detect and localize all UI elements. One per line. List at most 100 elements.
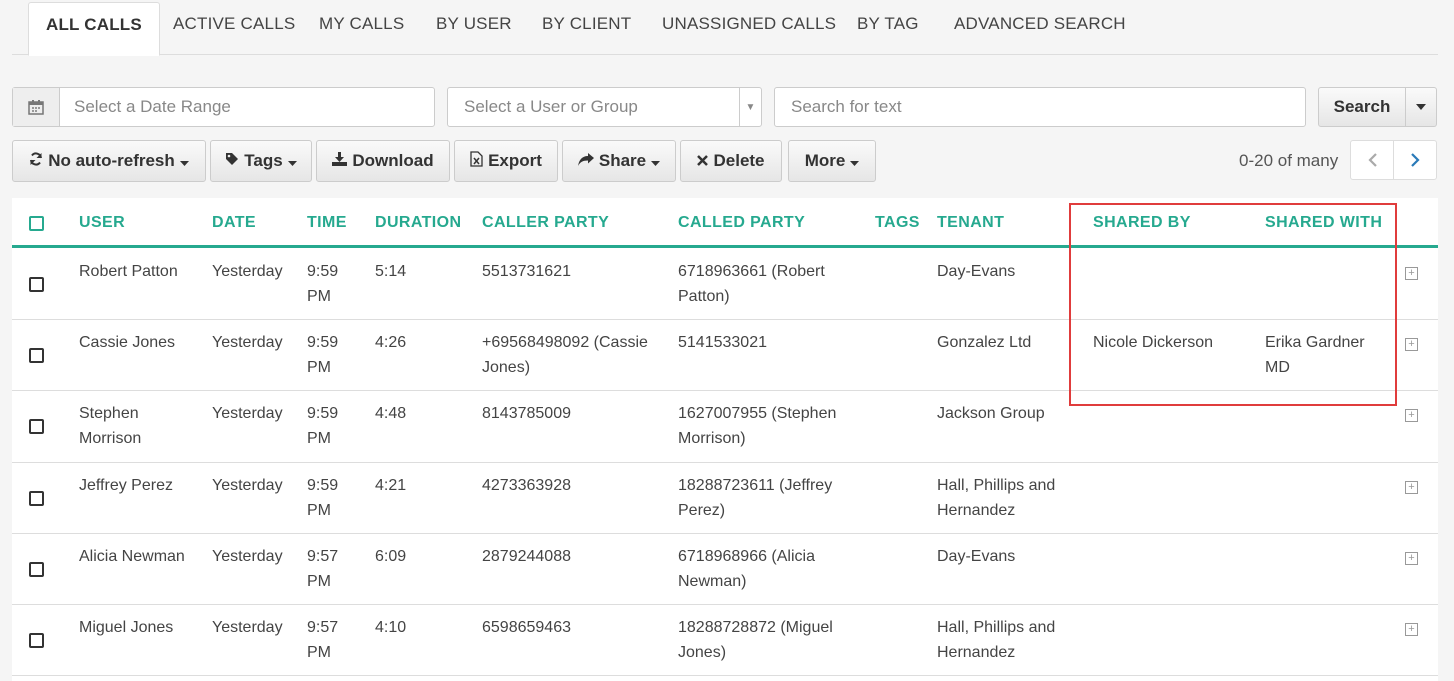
cell-user: Stephen Morrison: [79, 405, 142, 447]
cell-called-party: 6718968966 (Alicia Newman): [678, 548, 815, 590]
search-button[interactable]: Search: [1318, 87, 1406, 127]
caret-down-icon: [850, 151, 860, 171]
pagination-controls: [1350, 140, 1437, 180]
share-arrow-icon: [577, 151, 594, 171]
caret-down-icon: [179, 151, 189, 171]
download-button[interactable]: Download: [316, 140, 450, 182]
expand-row-icon[interactable]: +: [1405, 481, 1418, 494]
select-all-checkbox[interactable]: [29, 216, 44, 231]
tab-advanced-search[interactable]: ADVANCED SEARCH: [954, 14, 1126, 34]
table-row[interactable]: Miguel Jones Yesterday 9:57 PM 4:10 65986594…: [12, 605, 1438, 676]
tab-by-user[interactable]: BY USER: [436, 14, 512, 34]
row-checkbox[interactable]: [29, 348, 44, 363]
cell-tenant: Hall, Phillips and Hernandez: [937, 619, 1056, 661]
tab-by-tag[interactable]: BY TAG: [857, 14, 919, 34]
column-header-shared-by[interactable]: SHARED BY: [1093, 214, 1191, 232]
cell-duration: 4:21: [375, 477, 407, 494]
tags-button[interactable]: Tags: [210, 140, 312, 182]
cell-date: Yesterday: [212, 548, 283, 565]
cell-duration: 5:14: [375, 263, 407, 280]
user-group-select[interactable]: Select a User or Group ▼: [447, 87, 762, 127]
cell-caller-party: 8143785009: [482, 405, 571, 422]
cell-caller-party: 6598659463: [482, 619, 571, 636]
column-header-user[interactable]: USER: [79, 214, 125, 232]
expand-row-icon[interactable]: +: [1405, 623, 1418, 636]
column-header-shared-with[interactable]: SHARED WITH: [1265, 214, 1382, 232]
row-checkbox[interactable]: [29, 419, 44, 434]
table-row[interactable]: Alicia Newman Yesterday 9:57 PM 6:09 2879244…: [12, 534, 1438, 605]
column-header-tags[interactable]: TAGS: [875, 214, 920, 232]
caret-down-icon: [651, 151, 661, 171]
text-search-input[interactable]: [775, 88, 1305, 126]
cell-tenant: Jackson Group: [937, 405, 1045, 422]
column-header-called-party[interactable]: CALLED PARTY: [678, 214, 805, 232]
text-search-field[interactable]: [774, 87, 1306, 127]
tab-unassigned-calls[interactable]: UNASSIGNED CALLS: [662, 14, 836, 34]
auto-refresh-button[interactable]: No auto-refresh: [12, 140, 206, 182]
close-icon: [697, 151, 709, 171]
expand-row-icon[interactable]: +: [1405, 552, 1418, 565]
expand-row-icon[interactable]: +: [1405, 338, 1418, 351]
table-row[interactable]: Stephen Morrison Yesterday 9:59 PM 4:48 8143…: [12, 391, 1438, 463]
auto-refresh-label: No auto-refresh: [48, 151, 175, 170]
cell-called-party: 18288723611 (Jeffrey Perez): [678, 477, 833, 519]
cell-time: 9:57 PM: [307, 548, 339, 590]
calendar-icon[interactable]: [13, 88, 60, 126]
expand-row-icon[interactable]: +: [1405, 267, 1418, 280]
cell-duration: 4:26: [375, 334, 407, 351]
cell-caller-party: 2879244088: [482, 548, 571, 565]
calls-table: USER DATE TIME DURATION CALLER PARTY CAL…: [12, 198, 1438, 681]
cell-date: Yesterday: [212, 263, 283, 280]
caret-down-icon: [287, 151, 297, 171]
delete-label: Delete: [713, 151, 765, 170]
cell-duration: 6:09: [375, 548, 407, 565]
cell-shared-with: Erika Gardner MD: [1265, 334, 1365, 376]
table-row[interactable]: Jeffrey Perez Yesterday 9:59 PM 4:21 4273363…: [12, 463, 1438, 534]
expand-row-icon[interactable]: +: [1405, 409, 1418, 422]
tab-all-calls[interactable]: ALL CALLS: [28, 2, 160, 56]
chevron-left-icon[interactable]: [1351, 141, 1393, 179]
cell-duration: 4:48: [375, 405, 407, 422]
cell-user: Robert Patton: [79, 263, 178, 280]
date-range-input[interactable]: [60, 88, 434, 126]
chevron-right-icon[interactable]: [1393, 141, 1436, 179]
table-header: USER DATE TIME DURATION CALLER PARTY CAL…: [12, 198, 1438, 248]
table-row[interactable]: Robert Patton Yesterday 9:59 PM 5:14 5513731…: [12, 249, 1438, 320]
caret-down-icon[interactable]: ▼: [739, 88, 761, 126]
table-row[interactable]: Cassie Jones Yesterday 9:59 PM 4:26 +6956849…: [12, 320, 1438, 391]
cell-tenant: Day-Evans: [937, 263, 1016, 280]
cell-duration: 4:10: [375, 619, 407, 636]
tags-label: Tags: [244, 151, 283, 170]
column-header-tenant[interactable]: TENANT: [937, 214, 1004, 232]
column-header-caller-party[interactable]: CALLER PARTY: [482, 214, 609, 232]
cell-date: Yesterday: [212, 477, 283, 494]
cell-caller-party: 5513731621: [482, 263, 571, 280]
column-header-date[interactable]: DATE: [212, 214, 256, 232]
row-checkbox[interactable]: [29, 633, 44, 648]
more-button[interactable]: More: [788, 140, 876, 182]
cell-caller-party: +69568498092 (Cassie Jones): [482, 334, 648, 376]
cell-called-party: 18288728872 (Miguel Jones): [678, 619, 833, 661]
cell-time: 9:59 PM: [307, 405, 339, 447]
row-checkbox[interactable]: [29, 562, 44, 577]
row-checkbox[interactable]: [29, 491, 44, 506]
share-button[interactable]: Share: [562, 140, 676, 182]
column-header-duration[interactable]: DURATION: [375, 214, 461, 232]
delete-button[interactable]: Delete: [680, 140, 782, 182]
tab-by-client[interactable]: BY CLIENT: [542, 14, 631, 34]
cell-called-party: 6718963661 (Robert Patton): [678, 263, 825, 305]
tab-my-calls[interactable]: MY CALLS: [319, 14, 404, 34]
tab-active-calls[interactable]: ACTIVE CALLS: [173, 14, 295, 34]
download-label: Download: [352, 151, 434, 170]
search-button-group: Search: [1318, 87, 1437, 127]
export-button[interactable]: Export: [454, 140, 558, 182]
row-checkbox[interactable]: [29, 277, 44, 292]
cell-tenant: Hall, Phillips and Hernandez: [937, 477, 1056, 519]
column-header-time[interactable]: TIME: [307, 214, 347, 232]
cell-date: Yesterday: [212, 619, 283, 636]
search-options-caret-icon[interactable]: [1406, 87, 1437, 127]
cell-user: Cassie Jones: [79, 334, 176, 351]
more-label: More: [804, 151, 846, 170]
date-range-picker[interactable]: [12, 87, 435, 127]
user-group-placeholder: Select a User or Group: [464, 97, 638, 116]
